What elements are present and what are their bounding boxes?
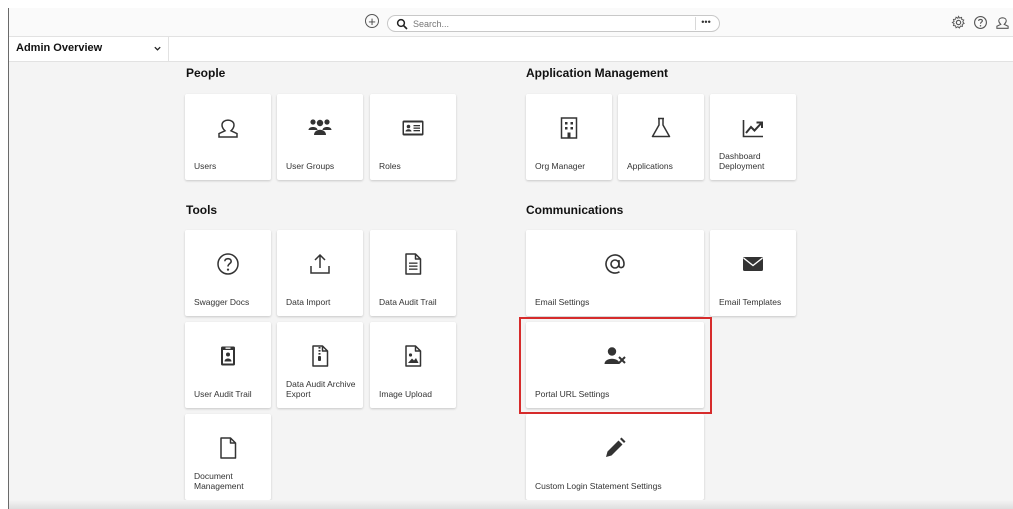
tile-user-groups[interactable]: User Groups — [277, 94, 363, 180]
tile-label: Email Templates — [719, 297, 782, 307]
tile-label: Swagger Docs — [194, 297, 250, 307]
badge-icon — [216, 344, 240, 368]
search-icon — [396, 18, 408, 30]
tile-dashboard-deployment[interactable]: Dashboard Deployment — [710, 94, 796, 180]
tile-label: Custom Login Statement Settings — [535, 481, 662, 491]
add-icon[interactable]: + — [365, 14, 379, 28]
chart-line-icon — [741, 116, 765, 140]
tile-label: Data Audit Trail — [379, 297, 437, 307]
chevron-down-icon — [154, 46, 161, 51]
search-bar[interactable]: ••• — [387, 15, 720, 32]
app-frame: + ••• Admin Overview — [8, 8, 1013, 509]
user-group-icon — [308, 116, 332, 140]
tile-org-manager[interactable]: Org Manager — [526, 94, 612, 180]
tile-label: Data Import — [286, 297, 331, 307]
question-circle-icon — [216, 252, 240, 276]
section-heading-application-management: Application Management — [526, 66, 669, 80]
tile-label: Email Settings — [535, 297, 590, 307]
zip-file-icon — [308, 344, 332, 368]
pen-icon — [603, 436, 627, 460]
section-heading-people: People — [186, 66, 226, 80]
tile-image-upload[interactable]: Image Upload — [370, 322, 456, 408]
tile-label: Document Management — [194, 471, 244, 491]
tile-label: Applications — [627, 161, 673, 171]
section-heading-communications: Communications — [526, 203, 624, 217]
highlight-box — [519, 317, 712, 414]
tile-email-templates[interactable]: Email Templates — [710, 230, 796, 316]
bottom-shadow — [9, 500, 1013, 509]
tile-label: Org Manager — [535, 161, 586, 171]
admin-overview-dropdown[interactable]: Admin Overview — [9, 37, 169, 61]
id-card-icon — [401, 116, 425, 140]
flask-icon — [649, 116, 673, 140]
section-heading-tools: Tools — [186, 203, 218, 217]
building-icon — [557, 116, 581, 140]
tile-label: Data Audit Archive Export — [286, 379, 356, 399]
tile-swagger-docs[interactable]: Swagger Docs — [185, 230, 271, 316]
tile-user-audit-trail[interactable]: User Audit Trail — [185, 322, 271, 408]
user-icon — [216, 116, 240, 140]
tile-label: User Groups — [286, 161, 335, 171]
tile-data-audit-trail[interactable]: Data Audit Trail — [370, 230, 456, 316]
tile-label: Image Upload — [379, 389, 432, 399]
tile-custom-login-statement-settings[interactable]: Custom Login Statement Settings — [526, 414, 704, 500]
tile-label: Roles — [379, 161, 401, 171]
tile-document-management[interactable]: Document Management — [185, 414, 271, 500]
gear-icon[interactable] — [951, 15, 966, 30]
tile-roles[interactable]: Roles — [370, 94, 456, 180]
tile-label: Users — [194, 161, 217, 171]
tile-data-audit-archive-export[interactable]: Data Audit Archive Export — [277, 322, 363, 408]
overview-bar: Admin Overview — [9, 37, 1013, 62]
envelope-icon — [741, 252, 765, 276]
help-icon[interactable] — [973, 15, 988, 30]
upload-icon — [308, 252, 332, 276]
tile-data-import[interactable]: Data Import — [277, 230, 363, 316]
top-bar: + ••• — [9, 8, 1013, 37]
image-file-icon — [401, 344, 425, 368]
user-profile-icon[interactable] — [995, 15, 1010, 30]
tile-label: User Audit Trail — [194, 389, 252, 399]
at-sign-icon — [603, 252, 627, 276]
document-icon — [401, 252, 425, 276]
tile-applications[interactable]: Applications — [618, 94, 704, 180]
more-options-button[interactable]: ••• — [695, 17, 716, 30]
tile-email-settings[interactable]: Email Settings — [526, 230, 704, 316]
tile-users[interactable]: Users — [185, 94, 271, 180]
admin-overview-label: Admin Overview — [16, 42, 103, 54]
tile-label: Dashboard Deployment — [719, 151, 765, 171]
blank-file-icon — [216, 436, 240, 460]
search-input[interactable] — [413, 17, 683, 30]
